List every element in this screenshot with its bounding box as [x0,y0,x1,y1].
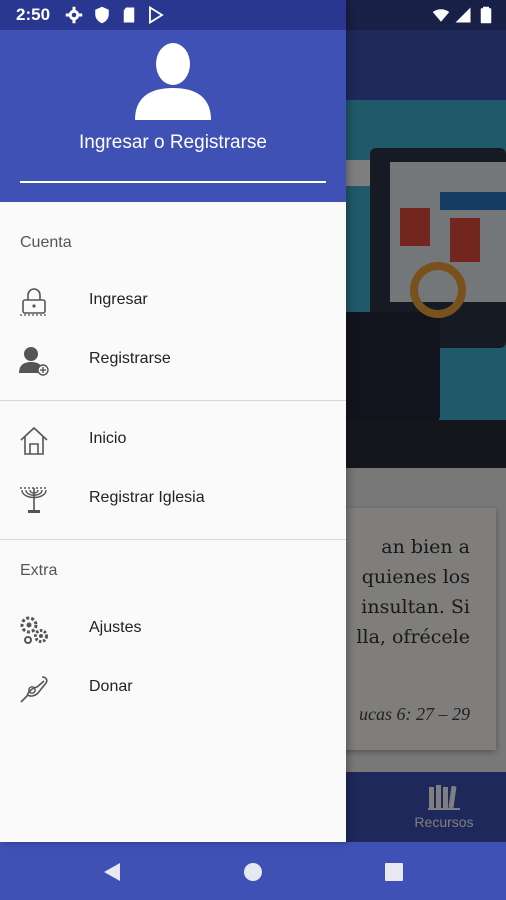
section-divider [0,539,346,540]
back-icon[interactable] [100,860,124,884]
recents-icon[interactable] [382,860,406,884]
shield-icon [95,6,109,24]
gears-icon [20,616,48,644]
user-avatar-icon [135,43,211,120]
menu-item-donar[interactable]: Donar [0,660,346,718]
donate-icon [20,676,48,703]
menu-item-label: Registrar Iglesia [89,489,205,506]
menu-item-label: Ingresar [89,291,148,308]
status-bar: 2:50 [0,0,506,30]
header-divider [20,181,326,183]
menu-item-label: Registrarse [89,350,171,367]
drawer-header[interactable]: Ingresar o Registrarse [0,30,346,202]
status-time: 2:50 [16,5,51,24]
menu-item-inicio[interactable]: Inicio [0,412,346,470]
sd-card-icon [123,7,135,23]
home-button-icon[interactable] [241,860,265,884]
battery-icon [480,6,492,24]
settings-icon [65,6,83,24]
play-store-icon [149,6,164,24]
home-icon [20,426,48,455]
menu-item-label: Ajustes [89,619,142,636]
navigation-drawer: Ingresar o Registrarse Cuenta Ingresar R… [0,0,346,842]
wifi-icon [432,9,450,22]
menu-item-label: Donar [89,678,133,695]
signal-icon [455,7,471,23]
menu-item-registrar-iglesia[interactable]: Registrar Iglesia [0,471,346,529]
menorah-icon [20,487,48,513]
section-label-extra: Extra [20,562,58,579]
login-register-label[interactable]: Ingresar o Registrarse [0,132,346,154]
menu-item-ajustes[interactable]: Ajustes [0,601,346,659]
add-user-icon [19,347,49,376]
menu-item-registrarse[interactable]: Registrarse [0,332,346,390]
menu-item-label: Inicio [89,430,127,447]
section-label-cuenta: Cuenta [20,234,72,251]
section-divider [0,400,346,401]
menu-item-ingresar[interactable]: Ingresar [0,273,346,331]
lock-icon [20,288,48,316]
system-navigation-bar [0,842,506,900]
